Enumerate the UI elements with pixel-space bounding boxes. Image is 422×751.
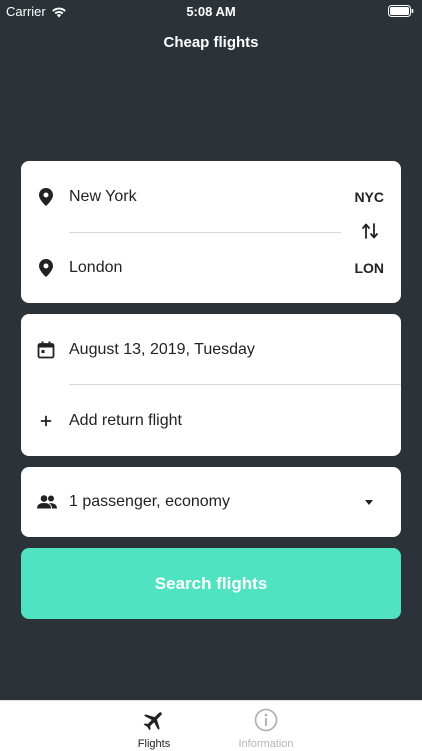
battery-icon <box>388 5 414 17</box>
destination-row[interactable]: London LON <box>21 253 401 283</box>
location-pin-icon <box>37 259 55 277</box>
passengers-card[interactable]: 1 passenger, economy <box>21 467 401 537</box>
passengers-label: 1 passenger, economy <box>69 493 230 510</box>
dates-divider <box>69 384 401 385</box>
destination-code: LON <box>354 260 384 276</box>
origin-code: NYC <box>354 189 384 205</box>
passengers-row[interactable]: 1 passenger, economy <box>21 487 401 517</box>
departure-date: August 13, 2019, Tuesday <box>69 341 255 358</box>
location-pin-icon <box>37 188 55 206</box>
route-divider <box>69 232 341 233</box>
info-icon <box>254 708 278 732</box>
destination-city: London <box>69 259 123 276</box>
tab-information[interactable]: Information <box>216 701 316 751</box>
add-return-label: Add return flight <box>69 412 182 429</box>
tab-flights-label: Flights <box>137 738 171 750</box>
dates-card: August 13, 2019, Tuesday Add return flig… <box>21 314 401 456</box>
dropdown-caret-icon <box>365 500 373 505</box>
plus-icon <box>37 412 55 430</box>
swap-icon[interactable] <box>362 222 378 240</box>
origin-row[interactable]: New York NYC <box>21 182 401 212</box>
tab-flights[interactable]: Flights <box>104 701 204 751</box>
tab-bar: Flights Information <box>0 700 422 751</box>
page-title: Cheap flights <box>163 34 259 51</box>
status-bar: Carrier 5:08 AM <box>0 0 422 22</box>
people-icon <box>37 493 57 511</box>
tab-information-label: Information <box>238 738 294 750</box>
airplane-icon <box>143 712 162 731</box>
departure-date-row[interactable]: August 13, 2019, Tuesday <box>21 335 401 365</box>
add-return-row[interactable]: Add return flight <box>21 406 401 436</box>
search-flights-button[interactable]: Search flights <box>21 548 401 619</box>
route-card: New York NYC London LON <box>21 161 401 303</box>
origin-city: New York <box>69 188 137 205</box>
calendar-icon <box>37 341 55 359</box>
clock: 5:08 AM <box>186 4 236 19</box>
